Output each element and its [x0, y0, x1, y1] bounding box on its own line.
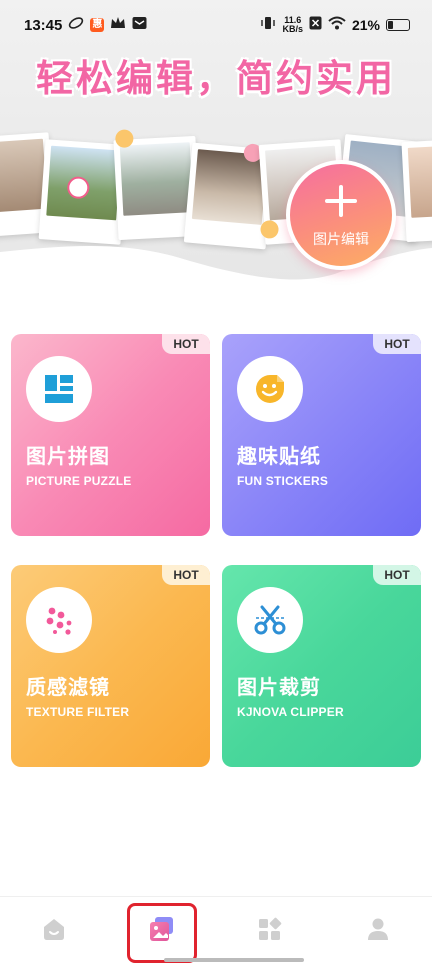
- shopping-app-icon: 惠: [90, 18, 105, 32]
- profile-icon: [364, 915, 392, 948]
- filter-dots-icon: [26, 587, 92, 653]
- network-speed: 11.6 KB/s: [282, 16, 303, 34]
- texture-filter-card[interactable]: HOT 质感滤镜 TEXTURE FILTER: [11, 565, 210, 767]
- hot-badge: HOT: [373, 334, 421, 354]
- puzzle-grid-icon: [26, 356, 92, 422]
- home-icon: [40, 915, 68, 948]
- card-subtitle: PICTURE PUZZLE: [26, 474, 132, 488]
- card-subtitle: TEXTURE FILTER: [26, 705, 130, 719]
- card-title: 图片拼图: [26, 446, 110, 468]
- battery-percent: 21%: [351, 17, 380, 33]
- hot-badge: HOT: [373, 565, 421, 585]
- home-indicator[interactable]: [164, 958, 304, 962]
- fun-stickers-card[interactable]: HOT 趣味贴纸 FUN STICKERS: [222, 334, 421, 536]
- scissors-icon: [237, 587, 303, 653]
- no-sim-icon: [309, 16, 322, 34]
- card-title: 趣味贴纸: [237, 446, 321, 468]
- plus-icon: [325, 185, 357, 217]
- selected-nav-highlight: [127, 903, 197, 963]
- nav-profile[interactable]: [354, 909, 402, 953]
- status-time: 13:45: [24, 16, 63, 34]
- battery-icon: [386, 19, 410, 31]
- card-subtitle: FUN STICKERS: [237, 474, 329, 488]
- app-icon: [68, 15, 84, 35]
- nav-home[interactable]: [30, 909, 78, 953]
- mail-icon: [132, 16, 147, 34]
- card-title: 质感滤镜: [26, 677, 110, 699]
- vibrate-icon: [260, 16, 276, 34]
- status-bar: 13:45 惠 11.6 KB/s 21%: [0, 0, 432, 50]
- image-edit-button[interactable]: 图片编辑: [286, 160, 396, 270]
- picture-puzzle-card[interactable]: HOT 图片拼图 PICTURE PUZZLE: [11, 334, 210, 536]
- image-edit-label: 图片编辑: [313, 231, 369, 247]
- wifi-icon: [328, 16, 346, 34]
- hero-title: 轻松编辑，简约实用: [36, 57, 396, 100]
- smiley-sticker-icon: [237, 356, 303, 422]
- bottom-nav: [0, 896, 432, 965]
- hot-badge: HOT: [162, 334, 210, 354]
- network-speed-unit: KB/s: [282, 24, 303, 34]
- crown-icon: [110, 16, 126, 34]
- card-title: 图片裁剪: [237, 677, 321, 699]
- apps-grid-icon: [256, 915, 284, 948]
- hot-badge: HOT: [162, 565, 210, 585]
- kjnova-clipper-card[interactable]: HOT 图片裁剪 KJNOVA CLIPPER: [222, 565, 421, 767]
- nav-apps[interactable]: [246, 909, 294, 953]
- card-subtitle: KJNOVA CLIPPER: [237, 705, 344, 719]
